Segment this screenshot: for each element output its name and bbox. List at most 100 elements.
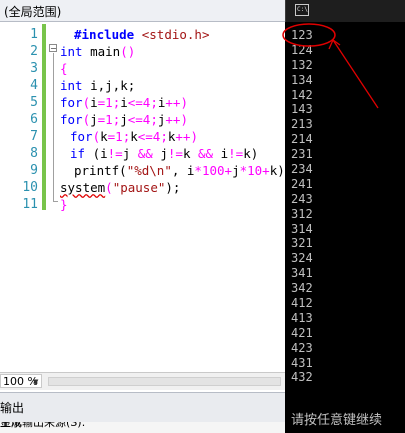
- console-output-line: 143: [291, 102, 313, 117]
- operator: (): [120, 44, 136, 59]
- brace: {: [60, 61, 68, 76]
- code-line-4: int i,j,k;: [60, 77, 135, 94]
- identifier: (i: [85, 146, 108, 161]
- console-output-line: 314: [291, 221, 313, 236]
- code-line-8: if (i!=j && j!=k && i!=k): [70, 145, 258, 162]
- operator: =1;: [97, 95, 121, 110]
- output-panel-header: 输出: [0, 392, 285, 422]
- code-line-2: int main(): [60, 43, 135, 60]
- editor-status-strip: 100 % ▼: [0, 372, 285, 390]
- operator: !=: [228, 146, 244, 161]
- operator: <=4;: [127, 112, 158, 127]
- console-output-line: 413: [291, 310, 313, 325]
- identifier: j: [122, 146, 138, 161]
- console-prompt: 请按任意键继续: [291, 413, 383, 428]
- scope-label: (全局范围): [4, 5, 62, 19]
- operator: (: [105, 180, 113, 195]
- console-output-line: 432: [291, 370, 313, 385]
- output-source-label: 显示输出来源(S): 生成: [0, 422, 85, 431]
- console-output-line: 321: [291, 236, 313, 251]
- console-output-line: 142: [291, 87, 313, 102]
- console-output-line: 243: [291, 191, 313, 206]
- console-output-line: 213: [291, 117, 313, 132]
- operator: (: [92, 129, 101, 144]
- operator: &&: [198, 146, 214, 161]
- operator: *10+: [239, 163, 270, 178]
- operator: &&: [137, 146, 153, 161]
- console-output-line: 241: [291, 176, 313, 191]
- console-output-line: 312: [291, 206, 313, 221]
- keyword: if: [70, 146, 86, 161]
- identifier: main: [82, 44, 121, 59]
- console-output-line: 231: [291, 147, 313, 162]
- output-source-dropdown[interactable]: 生成: [0, 422, 22, 430]
- operator: !=: [107, 146, 123, 161]
- operator: ++): [165, 95, 188, 110]
- keyword: for: [70, 129, 93, 144]
- console-output-line: 423: [291, 340, 313, 355]
- operator: ++): [165, 112, 188, 127]
- keyword: for: [60, 112, 83, 127]
- preprocessor-directive: #include: [74, 27, 135, 42]
- console-output-line: 324: [291, 251, 313, 266]
- identifier: j: [232, 163, 240, 178]
- code-line-10: system("pause");: [60, 179, 180, 196]
- operator: *100+: [194, 163, 233, 178]
- operator: <=4;: [127, 95, 158, 110]
- code-area[interactable]: #include <stdio.h> int main() { int i,j,…: [0, 22, 292, 367]
- console-output-line: 412: [291, 296, 313, 311]
- identifier: i: [120, 95, 128, 110]
- console-app-icon: C:\: [295, 4, 309, 16]
- identifier: k): [243, 146, 259, 161]
- code-line-6: for(j=1;j<=4;j++): [60, 111, 188, 128]
- identifier: j: [120, 112, 128, 127]
- console-output-line: 234: [291, 162, 313, 177]
- identifier: j: [152, 146, 168, 161]
- operator: !=: [167, 146, 183, 161]
- scope-dropdown[interactable]: (全局范围): [0, 0, 285, 22]
- identifier: k: [100, 129, 108, 144]
- code-line-11: }: [60, 196, 68, 213]
- output-panel-title: 输出: [0, 401, 25, 415]
- operator: (: [82, 95, 91, 110]
- keyword: int: [60, 44, 83, 59]
- output-source-row: 显示输出来源(S): 生成: [0, 422, 285, 433]
- console-output-line: 421: [291, 325, 313, 340]
- identifier: i: [213, 146, 229, 161]
- console-output-line: 342: [291, 281, 313, 296]
- identifier: i: [90, 95, 98, 110]
- console-output-line: 431: [291, 355, 313, 370]
- console-output-line: 123: [291, 28, 313, 42]
- console-output-line: 124: [291, 42, 313, 57]
- string-literal: "pause": [112, 180, 166, 195]
- code-line-5: for(i=1;i<=4;i++): [60, 94, 188, 111]
- horizontal-scrollbar[interactable]: [48, 377, 281, 386]
- code-editor[interactable]: (全局范围) 1 2 3 4 5 6 7 8 9 10 11 − #includ…: [0, 0, 292, 433]
- console-output: 123 124 132 134 142 143 213 214 231 234 241 243 312 3…: [291, 28, 405, 385]
- identifier: j: [90, 112, 98, 127]
- keyword: for: [60, 95, 83, 110]
- console-window[interactable]: C:\ 123 124 132 134 142 143 213 214 231 234 241 243…: [285, 0, 405, 433]
- chevron-down-icon[interactable]: ▼: [33, 378, 38, 386]
- identifier: );: [165, 180, 181, 195]
- brace: }: [60, 197, 68, 212]
- identifier: i,j,k;: [82, 78, 136, 93]
- operator: =1;: [107, 129, 131, 144]
- code-line-1: #include <stdio.h>: [74, 26, 209, 43]
- operator: ++): [175, 129, 198, 144]
- console-output-line: 214: [291, 132, 313, 147]
- code-line-9: printf("%d\n", i*100+j*10+k);: [74, 162, 292, 179]
- function-call: printf(: [74, 163, 127, 178]
- console-titlebar[interactable]: C:\: [285, 0, 405, 22]
- operator: <=4;: [137, 129, 168, 144]
- operator: (: [82, 112, 91, 127]
- function-call: system: [60, 180, 106, 195]
- operator: =1;: [97, 112, 121, 127]
- identifier: k: [182, 146, 199, 161]
- console-output-line: 341: [291, 266, 313, 281]
- keyword: int: [60, 78, 83, 93]
- identifier: k: [130, 129, 138, 144]
- console-output-line: 134: [291, 72, 313, 87]
- string-literal: "%d\n": [126, 163, 172, 178]
- identifier: , i: [171, 163, 195, 178]
